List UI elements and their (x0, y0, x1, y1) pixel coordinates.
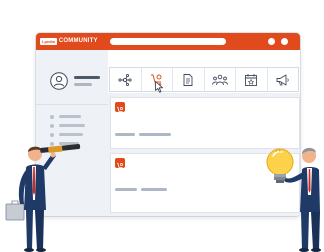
window-control-button[interactable] (268, 38, 275, 45)
brand[interactable]: I-pedia COMMUNITY (40, 38, 98, 45)
sidebar-item-label (59, 124, 85, 127)
document-icon (183, 73, 193, 86)
address-bar[interactable] (110, 38, 226, 45)
sidebar-item[interactable] (50, 130, 85, 139)
megaphone-icon (276, 74, 289, 85)
module-toolbar (109, 67, 299, 93)
title-bar: I-pedia COMMUNITY (36, 33, 300, 50)
sidebar-item-label (59, 115, 81, 118)
user-name-placeholder (74, 76, 100, 79)
idea-cart-icon (115, 158, 125, 170)
bullet-icon (50, 123, 54, 128)
tool-announcements[interactable] (268, 68, 299, 91)
tool-team[interactable] (205, 68, 236, 91)
tool-ideas[interactable] (142, 68, 173, 93)
tool-calendar[interactable] (236, 68, 268, 91)
cursor-icon (154, 81, 163, 93)
bullet-icon (50, 132, 54, 137)
sidebar-item[interactable] (50, 112, 85, 121)
brand-logo: I-pedia (40, 38, 57, 45)
idea-cart-icon (115, 102, 125, 114)
user-icon (50, 72, 68, 90)
sidebar-item[interactable] (50, 121, 85, 130)
sidebar-item-label (59, 133, 83, 136)
businessman-lightbulb-illustration (266, 147, 321, 252)
post-meta-placeholder (139, 133, 171, 136)
tool-network[interactable] (110, 68, 142, 91)
bullet-icon (50, 114, 54, 119)
businessman-telescope-illustration (5, 143, 81, 252)
window-control-button[interactable] (281, 38, 288, 45)
post-meta-placeholder (115, 133, 135, 136)
app-title: COMMUNITY (58, 38, 98, 44)
post-meta-placeholder (141, 188, 167, 191)
post-meta-placeholder (115, 188, 137, 191)
tool-documents[interactable] (173, 68, 205, 91)
sidebar-divider (36, 104, 108, 105)
user-subtitle-placeholder (74, 83, 92, 86)
calendar-icon (245, 73, 258, 86)
team-icon (211, 74, 228, 85)
network-icon (118, 73, 132, 86)
user-avatar[interactable] (50, 72, 68, 90)
